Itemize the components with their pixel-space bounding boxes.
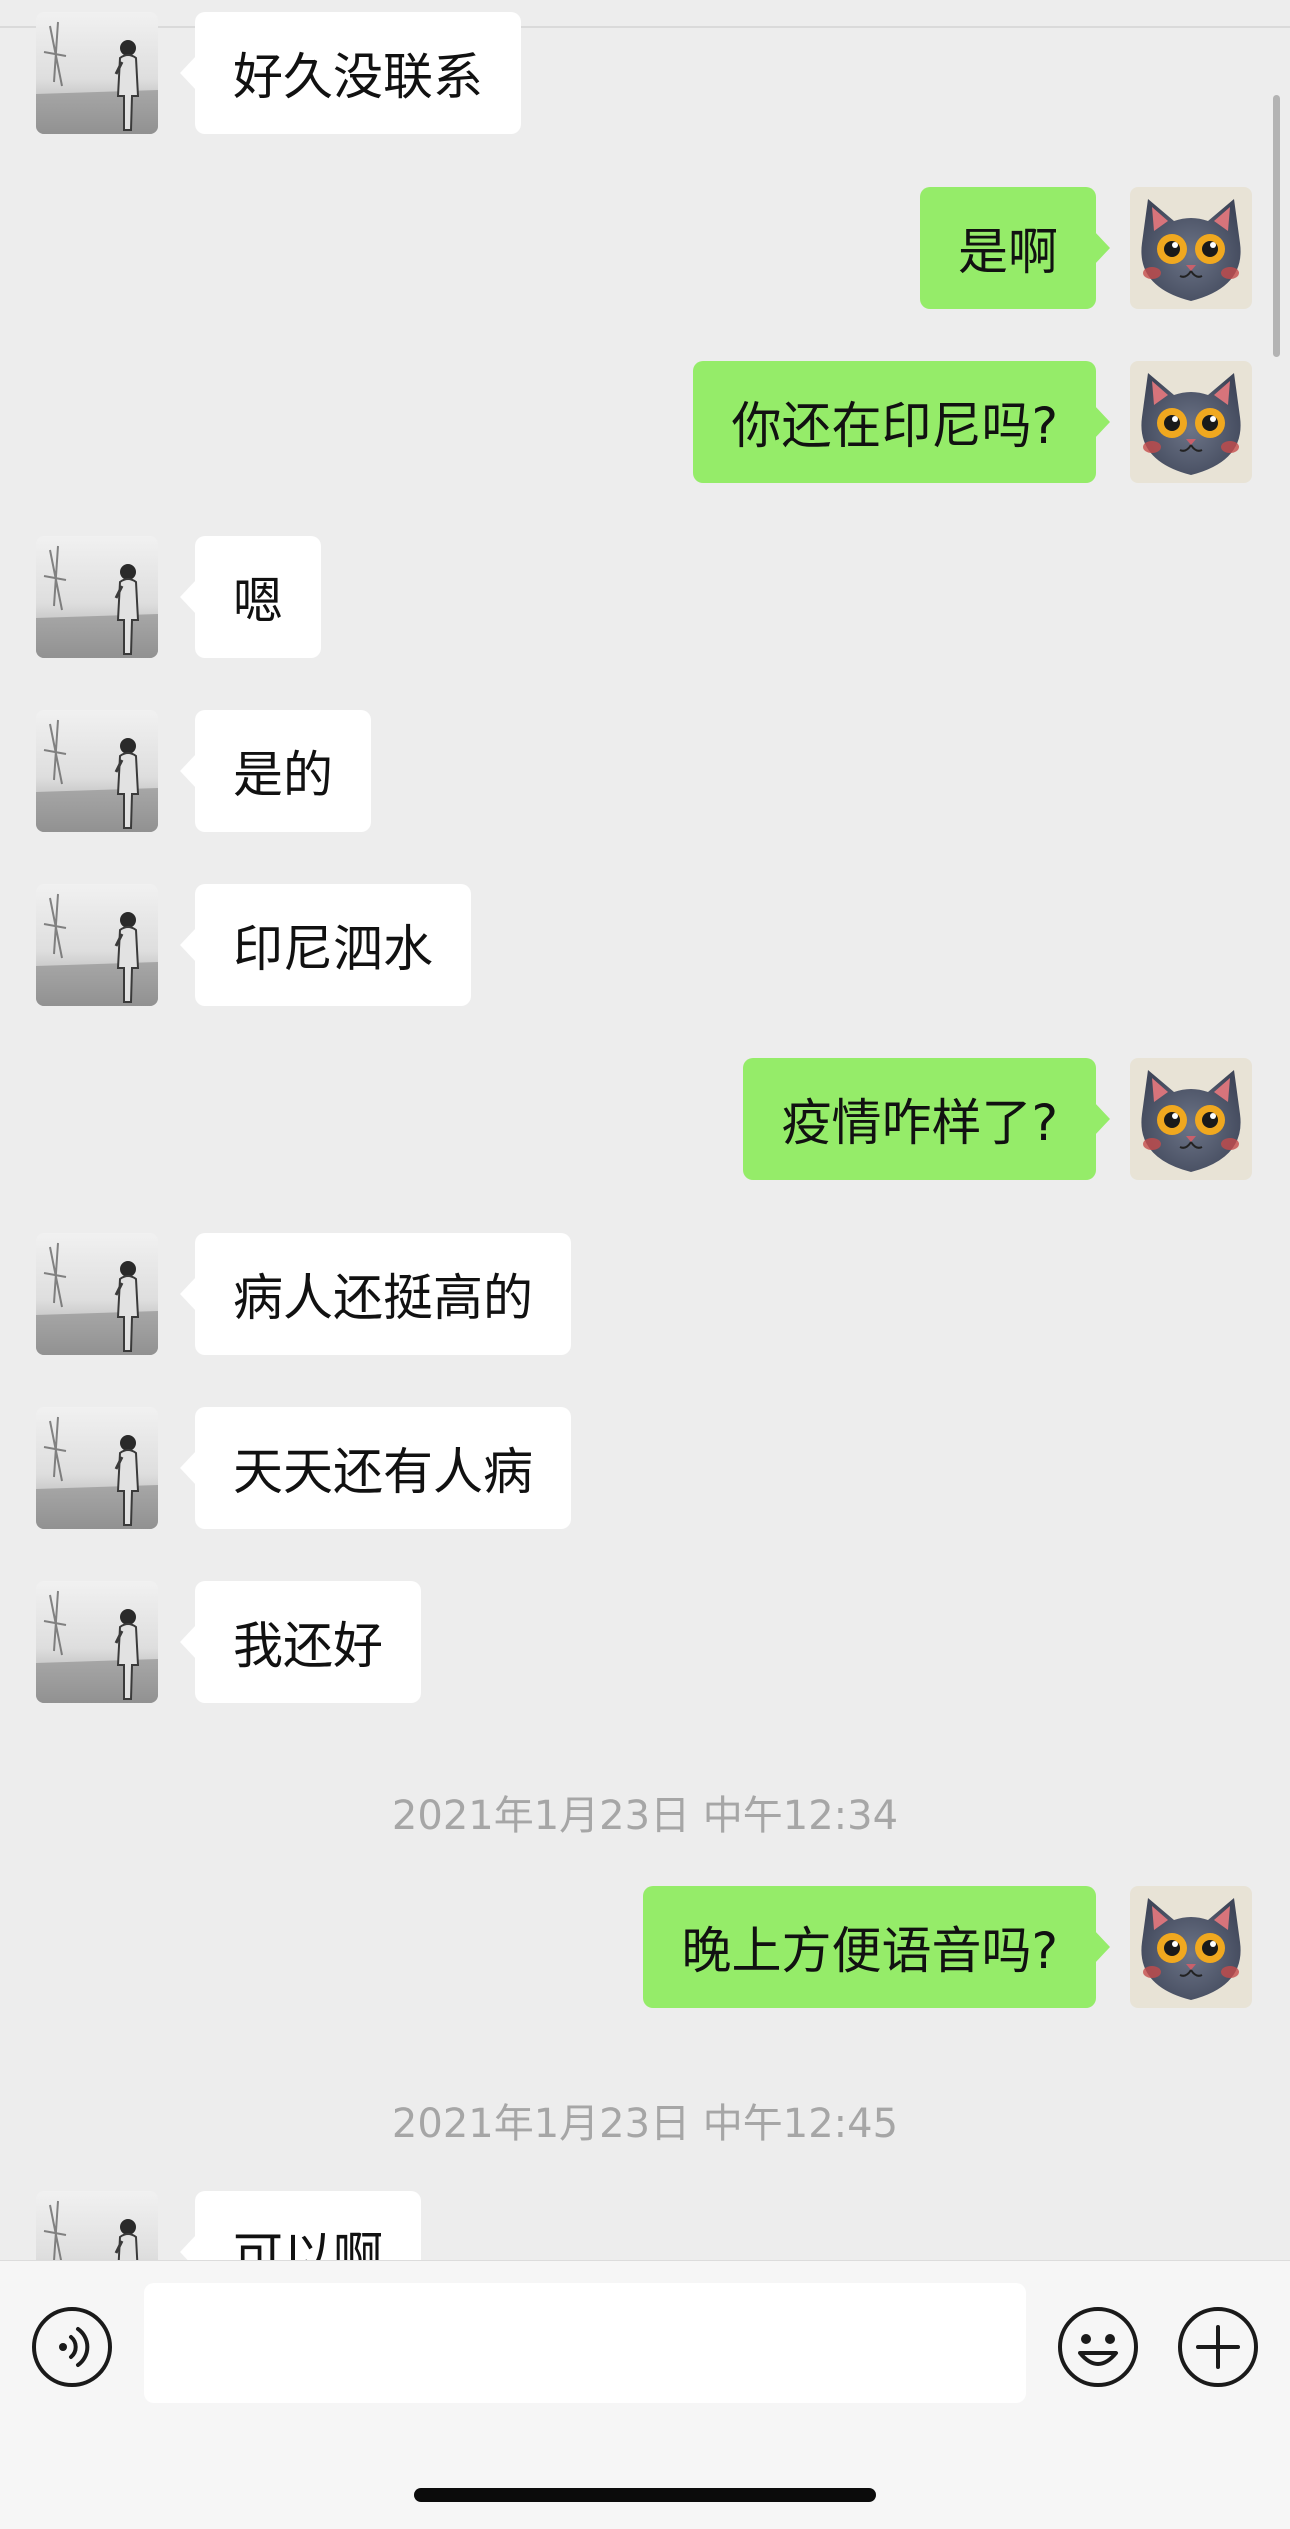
message-row-incoming: 病人还挺高的 bbox=[0, 1233, 1290, 1355]
message-row-incoming: 嗯 bbox=[0, 536, 1290, 658]
message-bubble[interactable]: 印尼泗水 bbox=[195, 884, 471, 1006]
home-indicator bbox=[414, 2488, 876, 2502]
chat-area[interactable]: 好久没联系是啊你还在印尼吗? 嗯是的印尼泗水疫情咋样了? 病人还挺高的 天天还有人病我… bbox=[0, 0, 1290, 2260]
message-bubble[interactable]: 我还好 bbox=[195, 1581, 421, 1703]
message-bubble[interactable]: 你还在印尼吗? bbox=[693, 361, 1096, 483]
plus-icon bbox=[1178, 2307, 1258, 2387]
message-row-outgoing: 是啊 bbox=[0, 187, 1290, 309]
message-bubble[interactable]: 是的 bbox=[195, 710, 371, 832]
message-row-incoming: 天天还有人病 bbox=[0, 1407, 1290, 1529]
bubble-tail bbox=[180, 1451, 196, 1485]
message-row-incoming: 好久没联系 bbox=[0, 12, 1290, 134]
contact-avatar[interactable] bbox=[36, 1581, 158, 1703]
timestamp: 2021年1月23日 中午12:34 bbox=[391, 1793, 899, 1839]
message-bubble[interactable]: 天天还有人病 bbox=[195, 1407, 571, 1529]
bubble-tail bbox=[180, 928, 196, 962]
bubble-tail bbox=[180, 580, 196, 614]
message-row-incoming: 我还好 bbox=[0, 1581, 1290, 1703]
chat-scrollbar[interactable] bbox=[1273, 95, 1280, 357]
message-row-outgoing: 疫情咋样了? bbox=[0, 1058, 1290, 1180]
self-avatar[interactable] bbox=[1130, 1058, 1252, 1180]
contact-avatar[interactable] bbox=[36, 710, 158, 832]
bubble-tail bbox=[180, 754, 196, 788]
message-bubble[interactable]: 晚上方便语音吗? bbox=[643, 1886, 1096, 2008]
message-bubble[interactable]: 病人还挺高的 bbox=[195, 1233, 571, 1355]
contact-avatar[interactable] bbox=[36, 2191, 158, 2260]
emoji-icon bbox=[1058, 2307, 1138, 2387]
emoji-button[interactable] bbox=[1056, 2305, 1140, 2389]
message-input[interactable] bbox=[144, 2283, 1026, 2403]
voice-button[interactable] bbox=[30, 2305, 114, 2389]
bubble-tail bbox=[180, 2235, 196, 2260]
bubble-tail bbox=[1094, 405, 1110, 439]
voice-icon bbox=[32, 2307, 112, 2387]
message-bubble[interactable]: 好久没联系 bbox=[195, 12, 521, 134]
bubble-tail bbox=[1094, 1102, 1110, 1136]
bubble-tail bbox=[1094, 231, 1110, 265]
message-bubble[interactable]: 是啊 bbox=[920, 187, 1096, 309]
message-row-incoming: 是的 bbox=[0, 710, 1290, 832]
bubble-tail bbox=[180, 1625, 196, 1659]
message-row-outgoing: 晚上方便语音吗? bbox=[0, 1886, 1290, 2008]
message-bubble[interactable]: 可以啊 bbox=[195, 2191, 421, 2260]
message-bubble[interactable]: 嗯 bbox=[195, 536, 321, 658]
contact-avatar[interactable] bbox=[36, 1407, 158, 1529]
contact-avatar[interactable] bbox=[36, 884, 158, 1006]
timestamp: 2021年1月23日 中午12:45 bbox=[391, 2101, 899, 2147]
self-avatar[interactable] bbox=[1130, 1886, 1252, 2008]
more-button[interactable] bbox=[1176, 2305, 1260, 2389]
bubble-tail bbox=[1094, 1930, 1110, 1964]
message-bubble[interactable]: 疫情咋样了? bbox=[743, 1058, 1096, 1180]
bubble-tail bbox=[180, 1277, 196, 1311]
message-row-incoming: 可以啊 bbox=[0, 2191, 1290, 2260]
message-row-incoming: 印尼泗水 bbox=[0, 884, 1290, 1006]
bubble-tail bbox=[180, 56, 196, 90]
contact-avatar[interactable] bbox=[36, 12, 158, 134]
contact-avatar[interactable] bbox=[36, 1233, 158, 1355]
self-avatar[interactable] bbox=[1130, 361, 1252, 483]
message-row-outgoing: 你还在印尼吗? bbox=[0, 361, 1290, 483]
contact-avatar[interactable] bbox=[36, 536, 158, 658]
self-avatar[interactable] bbox=[1130, 187, 1252, 309]
